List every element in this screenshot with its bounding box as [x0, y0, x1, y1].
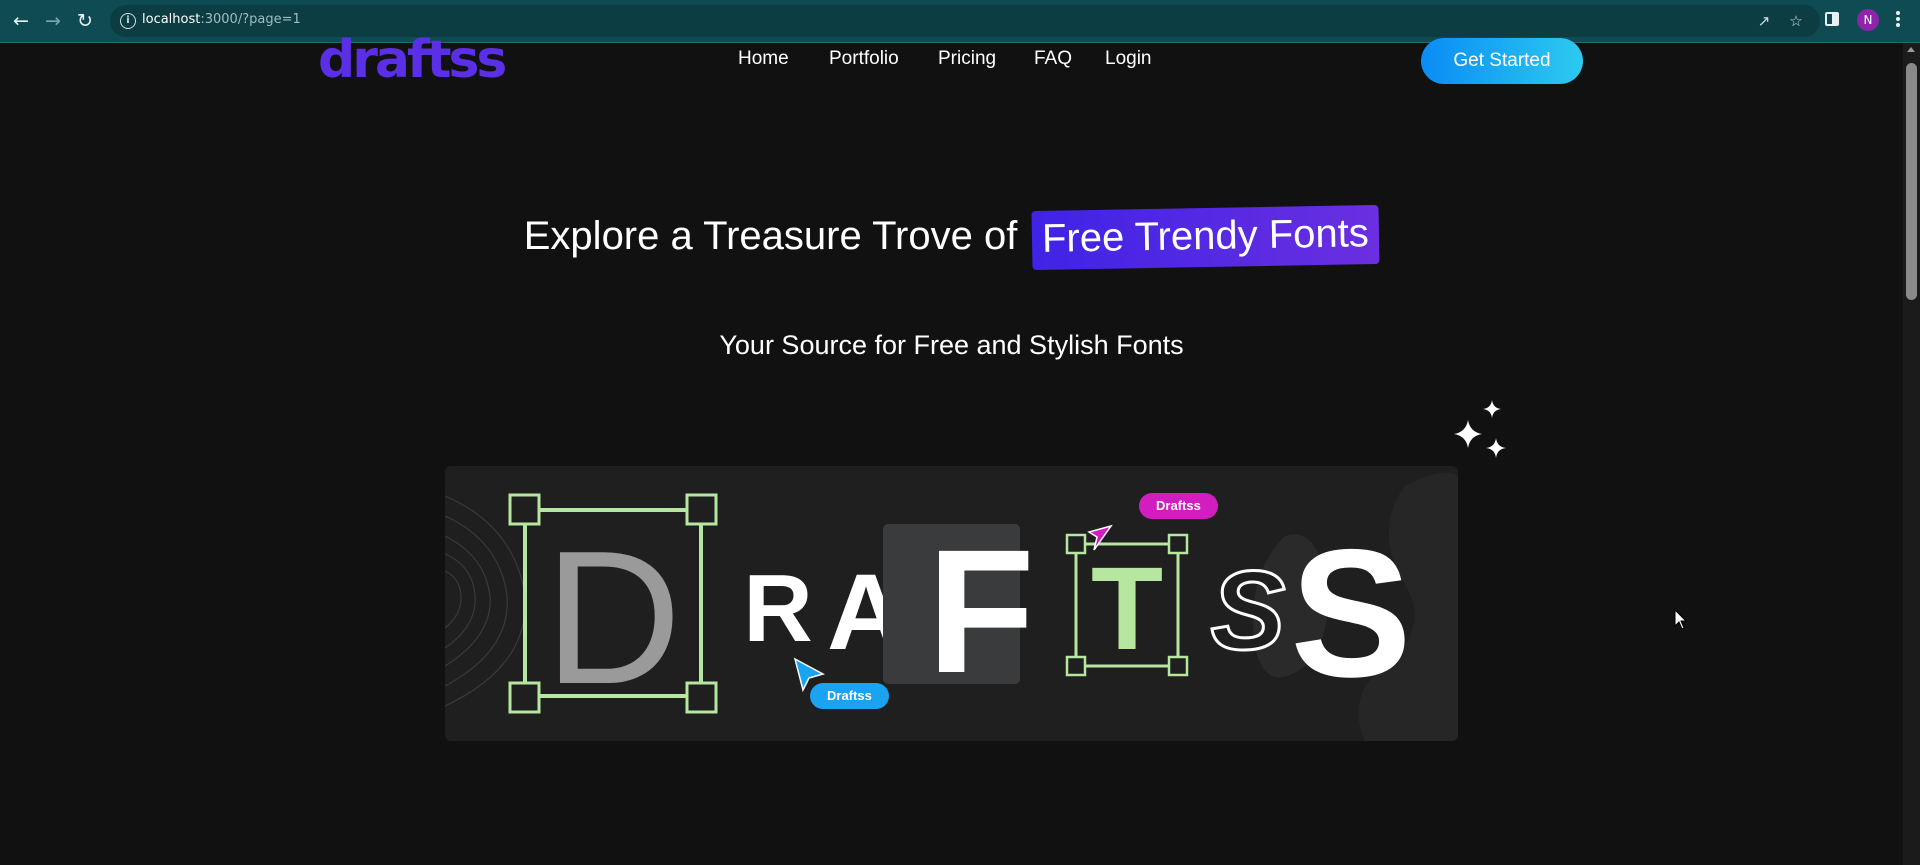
draftss-lettering-artwork: D R A F T S S [445, 466, 1458, 741]
page-scrollbar[interactable] [1903, 43, 1920, 865]
letter-s-outline: S [1211, 548, 1286, 673]
nav-link-pricing[interactable]: Pricing [938, 48, 996, 70]
hero-title: Explore a Treasure Trove of Free Trendy … [0, 204, 1903, 271]
sparkles-icon [1454, 400, 1506, 458]
hero-title-prefix: Explore a Treasure Trove of [523, 214, 1029, 258]
resize-handle [508, 681, 541, 714]
resize-handle [685, 493, 718, 526]
resize-handle [508, 493, 541, 526]
browser-toolbar: ← → ↻ i localhost:3000/?page=1 ↗ ☆ N [0, 0, 1920, 43]
nav-link-faq[interactable]: FAQ [1034, 48, 1072, 70]
info-icon[interactable]: i [120, 13, 136, 29]
hero-title-highlight: Free Trendy Fonts [1031, 204, 1380, 271]
share-icon[interactable]: ↗ [1755, 12, 1773, 30]
artwork-svg: D R A F T S S [445, 472, 1458, 741]
star-icon[interactable]: ☆ [1787, 12, 1805, 30]
profile-avatar[interactable]: N [1857, 9, 1879, 31]
forward-arrow-icon[interactable]: → [41, 9, 65, 33]
back-arrow-icon[interactable]: ← [9, 9, 33, 33]
kebab-menu-icon[interactable] [1893, 9, 1903, 33]
collaborator-tag-pink: Draftss [1139, 493, 1218, 519]
letter-t: T [1091, 543, 1163, 675]
hero-subtitle: Your Source for Free and Stylish Fonts [719, 330, 1184, 360]
url-host: localhost [142, 12, 201, 27]
nav-link-home[interactable]: Home [738, 48, 789, 70]
letter-d: D [544, 512, 681, 724]
get-started-button[interactable]: Get Started [1421, 38, 1583, 84]
letter-r: R [743, 555, 812, 662]
resize-handle [685, 681, 718, 714]
side-panel-icon[interactable] [1825, 12, 1839, 26]
reload-icon[interactable]: ↻ [73, 9, 97, 33]
nav-link-login[interactable]: Login [1105, 48, 1152, 70]
url-path: :3000/?page=1 [200, 12, 301, 27]
site-logo[interactable]: draftss [318, 30, 507, 90]
letter-f: F [927, 514, 1035, 710]
scroll-up-arrow-icon[interactable] [1907, 47, 1915, 52]
url-text[interactable]: localhost:3000/?page=1 [142, 12, 301, 27]
scroll-thumb[interactable] [1906, 63, 1917, 300]
nav-link-portfolio[interactable]: Portfolio [829, 48, 899, 70]
letter-s-bold: S [1290, 511, 1411, 715]
collaborator-tag-blue: Draftss [810, 683, 889, 709]
mouse-cursor-icon [1674, 609, 1688, 630]
